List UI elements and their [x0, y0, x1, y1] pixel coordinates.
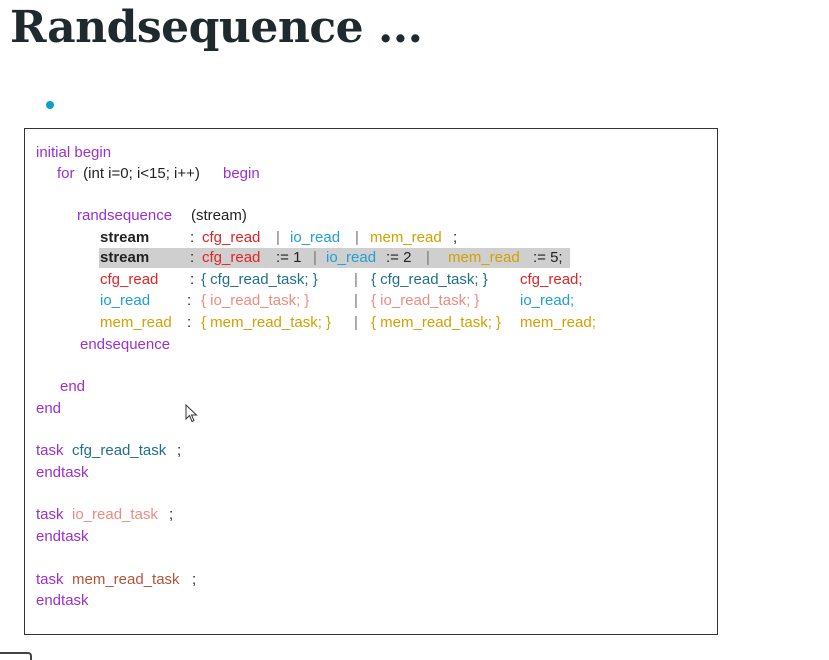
code-randsequence-arg: (stream): [191, 207, 247, 224]
code-block: [24, 128, 718, 635]
code-colon: :: [187, 314, 192, 331]
code-pipe: |: [355, 229, 359, 246]
code-randsequence: randsequence: [77, 207, 173, 224]
code-io-read: io_read: [326, 249, 377, 266]
code-pipe: |: [354, 314, 358, 331]
code-endtask: endtask: [36, 592, 89, 609]
code-cfg-read-recursive: cfg_read;: [520, 271, 583, 288]
mouse-cursor-icon: [185, 404, 198, 423]
code-cfg-read-task-call: { cfg_read_task; }: [201, 271, 318, 288]
code-semicolon: ;: [177, 442, 182, 459]
code-stream-1: stream: [100, 229, 150, 246]
page-title: Randsequence ...: [10, 2, 423, 53]
code-cfg-read-task-call: { cfg_read_task; }: [371, 271, 488, 288]
code-cfg-read: cfg_read: [202, 229, 261, 246]
code-pipe: |: [354, 271, 358, 288]
code-io-read-recursive: io_read;: [520, 292, 575, 309]
code-weight-1: := 1: [276, 249, 302, 266]
code-colon: :: [190, 271, 195, 288]
code-semicolon: ;: [192, 571, 197, 588]
code-mem-read-recursive: mem_read;: [520, 314, 596, 331]
code-io-read: io_read: [290, 229, 341, 246]
code-mem-read: mem_read: [370, 229, 442, 246]
code-task: task: [36, 442, 64, 459]
code-endtask: endtask: [36, 528, 89, 545]
code-task: task: [36, 571, 64, 588]
code-pipe: |: [354, 292, 358, 309]
code-mem-read: mem_read: [100, 314, 172, 331]
code-io-read-task-name: io_read_task: [72, 506, 158, 523]
code-mem-read-task-name: mem_read_task: [72, 571, 180, 588]
code-pipe: |: [426, 249, 430, 266]
slide-corner-decoration: [0, 652, 32, 660]
code-task: task: [36, 506, 64, 523]
code-for-args: (int i=0; i<15; i++): [79, 165, 200, 182]
code-io-read-task-call: { io_read_task; }: [371, 292, 480, 309]
code-mem-read: mem_read: [448, 249, 520, 266]
code-pipe: |: [313, 249, 317, 266]
code-colon: :: [190, 229, 195, 246]
code-end-initial: end: [36, 400, 62, 417]
code-end-for: end: [60, 378, 86, 395]
code-io-read: io_read: [100, 292, 151, 309]
code-pipe: |: [276, 229, 280, 246]
code-stream-2: stream: [100, 249, 150, 266]
code-colon: :: [187, 292, 192, 309]
code-for: for: [57, 165, 75, 182]
code-cfg-read: cfg_read: [100, 271, 159, 288]
code-endtask: endtask: [36, 464, 89, 481]
code-initial-begin: initial begin: [36, 144, 112, 161]
code-cfg-read-task-name: cfg_read_task: [72, 442, 167, 459]
code-mem-read-task-call: { mem_read_task; }: [201, 314, 332, 331]
code-io-read-task-call: { io_read_task; }: [201, 292, 310, 309]
code-semicolon: ;: [453, 229, 458, 246]
code-semicolon: ;: [169, 506, 174, 523]
code-for-begin: begin: [223, 165, 260, 182]
code-endsequence: endsequence: [80, 336, 171, 353]
code-weight-5: := 5;: [533, 249, 563, 266]
code-cfg-read: cfg_read: [202, 249, 261, 266]
bullet-point: [46, 101, 54, 109]
code-mem-read-task-call: { mem_read_task; }: [371, 314, 502, 331]
code-weight-2: := 2: [386, 249, 412, 266]
code-colon: :: [190, 249, 195, 266]
